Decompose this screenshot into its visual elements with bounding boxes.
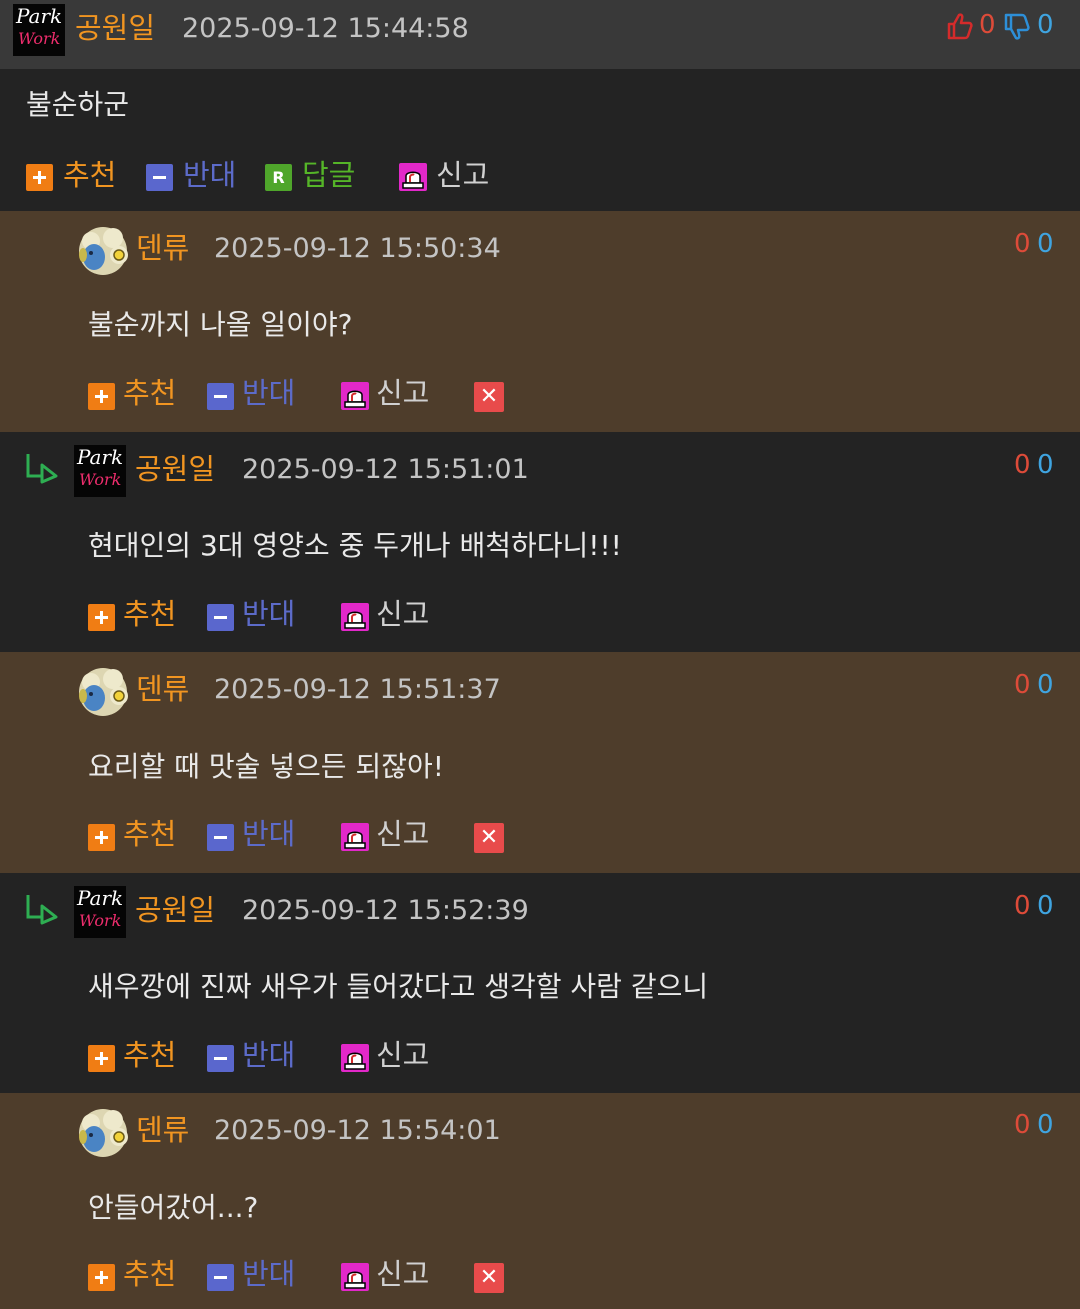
comment-text: 요리할 때 맛술 넣으든 되잖아!: [88, 750, 444, 783]
plus-icon: [88, 383, 115, 410]
timestamp: 2025-09-12 15:54:01: [214, 1115, 501, 1146]
timestamp: 2025-09-12 15:50:34: [214, 233, 501, 264]
comment-header: Park Work 공원일 2025-09-12 15:44:58 0 0: [0, 0, 1080, 69]
oppose-button[interactable]: 반대: [207, 1041, 307, 1075]
reply-icon: R: [265, 164, 292, 191]
avatar[interactable]: [77, 1107, 129, 1159]
minus-icon: [207, 824, 234, 851]
author-name[interactable]: 공원일: [135, 455, 215, 484]
report-button[interactable]: 신고: [341, 379, 441, 413]
close-icon[interactable]: ✕: [474, 382, 504, 412]
plus-icon: [26, 164, 53, 191]
report-button[interactable]: 신고: [399, 161, 499, 195]
like-count: 0: [1014, 229, 1031, 259]
report-button[interactable]: 신고: [341, 600, 441, 634]
comment-text: 새우깡에 진짜 새우가 들어갔다고 생각할 사람 같으니: [88, 970, 709, 1003]
siren-icon: [341, 603, 369, 631]
minus-icon: [146, 164, 173, 191]
author-name[interactable]: 공원일: [135, 896, 215, 925]
plus-icon: [88, 824, 115, 851]
plus-icon: [88, 1045, 115, 1072]
like-count: 0: [1014, 891, 1031, 921]
comment-text: 불순하군: [26, 88, 130, 121]
timestamp: 2025-09-12 15:51:37: [214, 674, 501, 705]
plus-icon: [88, 1264, 115, 1291]
siren-icon: [341, 823, 369, 851]
report-button[interactable]: 신고: [341, 820, 441, 854]
avatar[interactable]: Park Work: [13, 4, 65, 56]
oppose-button[interactable]: 반대: [207, 820, 307, 854]
avatar[interactable]: [77, 225, 129, 277]
report-button[interactable]: 신고: [341, 1260, 441, 1294]
recommend-button[interactable]: 추천: [88, 600, 188, 634]
reply-button[interactable]: R 답글: [265, 161, 365, 195]
reply-arrow-icon: [26, 895, 58, 925]
dislike-count: 0: [1037, 670, 1054, 700]
minus-icon: [207, 1045, 234, 1072]
recommend-button[interactable]: 추천: [88, 1041, 188, 1075]
comment-text: 안들어갔어...?: [88, 1191, 259, 1224]
minus-icon: [207, 604, 234, 631]
like-count: 0: [1014, 450, 1031, 480]
oppose-button[interactable]: 반대: [207, 1260, 307, 1294]
dislike-count: 0: [1037, 450, 1054, 480]
recommend-button[interactable]: 추천: [88, 1260, 188, 1294]
close-icon[interactable]: ✕: [474, 1263, 504, 1293]
siren-icon: [341, 1263, 369, 1291]
report-button[interactable]: 신고: [341, 1041, 441, 1075]
avatar[interactable]: Park Work: [74, 886, 126, 938]
timestamp: 2025-09-12 15:51:01: [242, 454, 529, 485]
dislike-count: 0: [1037, 1110, 1054, 1140]
dislike-count: 0: [1037, 891, 1054, 921]
avatar[interactable]: Park Work: [74, 445, 126, 497]
reply-item: Park Work 공원일 2025-09-12 15:51:01 0 0 현대…: [0, 432, 1080, 653]
like-count: 0: [1014, 670, 1031, 700]
author-name[interactable]: 공원일: [75, 14, 155, 43]
timestamp: 2025-09-12 15:52:39: [242, 895, 529, 926]
comment-body: 불순하군 추천 반대 R 답글 신고: [0, 69, 1080, 211]
recommend-button[interactable]: 추천: [26, 161, 136, 195]
oppose-button[interactable]: 반대: [207, 379, 307, 413]
close-icon[interactable]: ✕: [474, 823, 504, 853]
like-count: 0: [1014, 1110, 1031, 1140]
reply-arrow-icon: [26, 454, 58, 484]
like-count: 0: [979, 10, 996, 40]
siren-icon: [341, 1044, 369, 1072]
reply-item: 덴류 2025-09-12 15:50:34 0 0 불순까지 나올 일이야? …: [0, 211, 1080, 432]
siren-icon: [341, 382, 369, 410]
avatar[interactable]: [77, 666, 129, 718]
plus-icon: [88, 604, 115, 631]
reply-item: 덴류 2025-09-12 15:54:01 0 0 안들어갔어...? 추천 …: [0, 1093, 1080, 1309]
author-name[interactable]: 덴류: [136, 675, 189, 704]
thumbs-up-icon[interactable]: [946, 12, 974, 40]
author-name[interactable]: 덴류: [136, 234, 189, 263]
reply-item: Park Work 공원일 2025-09-12 15:52:39 0 0 새우…: [0, 873, 1080, 1094]
dislike-count: 0: [1037, 10, 1054, 40]
thumbs-down-icon[interactable]: [1003, 13, 1031, 41]
minus-icon: [207, 383, 234, 410]
comment-text: 현대인의 3대 영양소 중 두개나 배척하다니!!!: [88, 529, 622, 562]
recommend-button[interactable]: 추천: [88, 820, 188, 854]
recommend-button[interactable]: 추천: [88, 379, 188, 413]
oppose-button[interactable]: 반대: [207, 600, 307, 634]
dislike-count: 0: [1037, 229, 1054, 259]
oppose-button[interactable]: 반대: [146, 161, 246, 195]
comment-text: 불순까지 나올 일이야?: [88, 308, 353, 341]
minus-icon: [207, 1264, 234, 1291]
siren-icon: [399, 163, 427, 191]
author-name[interactable]: 덴류: [136, 1116, 189, 1145]
timestamp: 2025-09-12 15:44:58: [182, 13, 469, 44]
reply-item: 덴류 2025-09-12 15:51:37 0 0 요리할 때 맛술 넣으든 …: [0, 652, 1080, 873]
